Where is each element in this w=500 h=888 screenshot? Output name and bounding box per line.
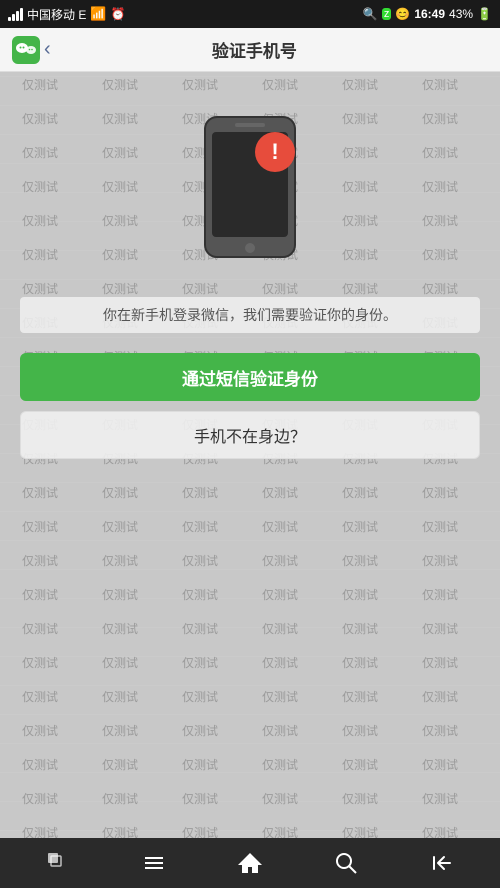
search-icon: 🔍 bbox=[363, 7, 378, 21]
watermark-item: 仅测试 bbox=[240, 612, 320, 646]
watermark-item: 仅测试 bbox=[240, 714, 320, 748]
watermark-item: 仅测试 bbox=[400, 578, 480, 612]
watermark-item: 仅测试 bbox=[160, 510, 240, 544]
watermark-item: 仅测试 bbox=[0, 578, 80, 612]
status-bar: 中国移动 E 📶 ⏰ 🔍 z 😊 16:49 43% 🔋 bbox=[0, 0, 500, 28]
search-nav-icon bbox=[334, 851, 358, 875]
watermark-item: 仅测试 bbox=[320, 476, 400, 510]
watermark-item: 仅测试 bbox=[80, 782, 160, 816]
watermark-item: 仅测试 bbox=[160, 714, 240, 748]
watermark-item: 仅测试 bbox=[0, 612, 80, 646]
watermark-item: 仅测试 bbox=[320, 646, 400, 680]
description-text: 你在新手机登录微信，我们需要验证你的身份。 bbox=[20, 297, 480, 333]
watermark-item: 仅测试 bbox=[0, 646, 80, 680]
watermark-item: 仅测试 bbox=[160, 476, 240, 510]
watermark-item: 仅测试 bbox=[160, 680, 240, 714]
watermark-item: 仅测试 bbox=[320, 782, 400, 816]
watermark-item: 仅测试 bbox=[400, 612, 480, 646]
wechat-icon bbox=[12, 36, 40, 64]
battery-icon: 🔋 bbox=[477, 7, 492, 21]
watermark-item: 仅测试 bbox=[400, 476, 480, 510]
phone-icon-container: ! bbox=[190, 112, 310, 267]
battery-label: 43% bbox=[449, 7, 473, 21]
watermark-item: 仅测试 bbox=[400, 782, 480, 816]
watermark-item: 仅测试 bbox=[80, 544, 160, 578]
watermark-item: 仅测试 bbox=[400, 748, 480, 782]
watermark-item: 仅测试 bbox=[160, 646, 240, 680]
watermark-item: 仅测试 bbox=[0, 510, 80, 544]
nav-menu-button[interactable] bbox=[129, 843, 179, 883]
nav-back-arrow-button[interactable] bbox=[417, 843, 467, 883]
status-left: 中国移动 E 📶 ⏰ bbox=[8, 6, 125, 23]
alarm-icon: ⏰ bbox=[111, 7, 126, 21]
watermark-item: 仅测试 bbox=[320, 612, 400, 646]
watermark-item: 仅测试 bbox=[0, 782, 80, 816]
no-phone-button[interactable]: 手机不在身边？ bbox=[20, 411, 480, 459]
watermark-item: 仅测试 bbox=[320, 578, 400, 612]
menu-icon bbox=[142, 851, 166, 875]
nav-back-button[interactable] bbox=[33, 843, 83, 883]
watermark-item: 仅测试 bbox=[320, 748, 400, 782]
watermark-item: 仅测试 bbox=[240, 646, 320, 680]
watermark-item: 仅测试 bbox=[240, 578, 320, 612]
watermark-item: 仅测试 bbox=[400, 646, 480, 680]
watermark-item: 仅测试 bbox=[240, 510, 320, 544]
watermark-item: 仅测试 bbox=[80, 748, 160, 782]
watermark-item: 仅测试 bbox=[80, 510, 160, 544]
back-button[interactable]: ‹ bbox=[12, 36, 51, 64]
nav-bar: ‹ 验证手机号 bbox=[0, 28, 500, 72]
watermark-item: 仅测试 bbox=[320, 714, 400, 748]
watermark-item: 仅测试 bbox=[320, 680, 400, 714]
main-content: ! 你在新手机登录微信，我们需要验证你的身份。 通过短信验证身份 手机不在身边？ bbox=[0, 72, 500, 479]
back-arrow-nav-icon bbox=[430, 851, 454, 875]
watermark-item: 仅测试 bbox=[240, 476, 320, 510]
watermark-item: 仅测试 bbox=[400, 510, 480, 544]
watermark-item: 仅测试 bbox=[160, 782, 240, 816]
nav-search-button[interactable] bbox=[321, 843, 371, 883]
watermark-item: 仅测试 bbox=[80, 476, 160, 510]
sms-verify-button[interactable]: 通过短信验证身份 bbox=[20, 353, 480, 401]
watermark-item: 仅测试 bbox=[320, 510, 400, 544]
phone-error-icon: ! bbox=[190, 112, 310, 262]
watermark-item: 仅测试 bbox=[400, 714, 480, 748]
watermark-item: 仅测试 bbox=[80, 612, 160, 646]
nav-home-button[interactable] bbox=[225, 843, 275, 883]
time-label: 16:49 bbox=[414, 7, 445, 21]
watermark-item: 仅测试 bbox=[160, 578, 240, 612]
watermark-item: 仅测试 bbox=[0, 476, 80, 510]
watermark-item: 仅测试 bbox=[240, 680, 320, 714]
watermark-item: 仅测试 bbox=[320, 544, 400, 578]
watermark-item: 仅测试 bbox=[0, 680, 80, 714]
page-title: 验证手机号 bbox=[51, 37, 458, 62]
watermark-item: 仅测试 bbox=[160, 544, 240, 578]
watermark-item: 仅测试 bbox=[0, 544, 80, 578]
watermark-item: 仅测试 bbox=[400, 680, 480, 714]
home-icon bbox=[236, 849, 264, 877]
watermark-item: 仅测试 bbox=[240, 544, 320, 578]
back-arrow-icon: ‹ bbox=[44, 38, 51, 61]
signal-icon bbox=[8, 7, 23, 21]
watermark-item: 仅测试 bbox=[80, 646, 160, 680]
status-right: 🔍 z 😊 16:49 43% 🔋 bbox=[363, 7, 492, 21]
watermark-item: 仅测试 bbox=[160, 748, 240, 782]
watermark-item: 仅测试 bbox=[160, 612, 240, 646]
watermark-item: 仅测试 bbox=[400, 544, 480, 578]
watermark-item: 仅测试 bbox=[80, 578, 160, 612]
watermark-item: 仅测试 bbox=[80, 680, 160, 714]
watermark-item: 仅测试 bbox=[0, 748, 80, 782]
watermark-item: 仅测试 bbox=[0, 714, 80, 748]
bottom-nav bbox=[0, 838, 500, 888]
carrier-label: 中国移动 E bbox=[27, 6, 86, 23]
z-icon: z bbox=[382, 8, 392, 20]
svg-text:!: ! bbox=[271, 139, 278, 164]
wifi-icon: 📶 bbox=[90, 6, 106, 22]
watermark-item: 仅测试 bbox=[240, 782, 320, 816]
watermark-item: 仅测试 bbox=[80, 714, 160, 748]
emoji-icon: 😊 bbox=[395, 7, 410, 21]
watermark-item: 仅测试 bbox=[240, 748, 320, 782]
